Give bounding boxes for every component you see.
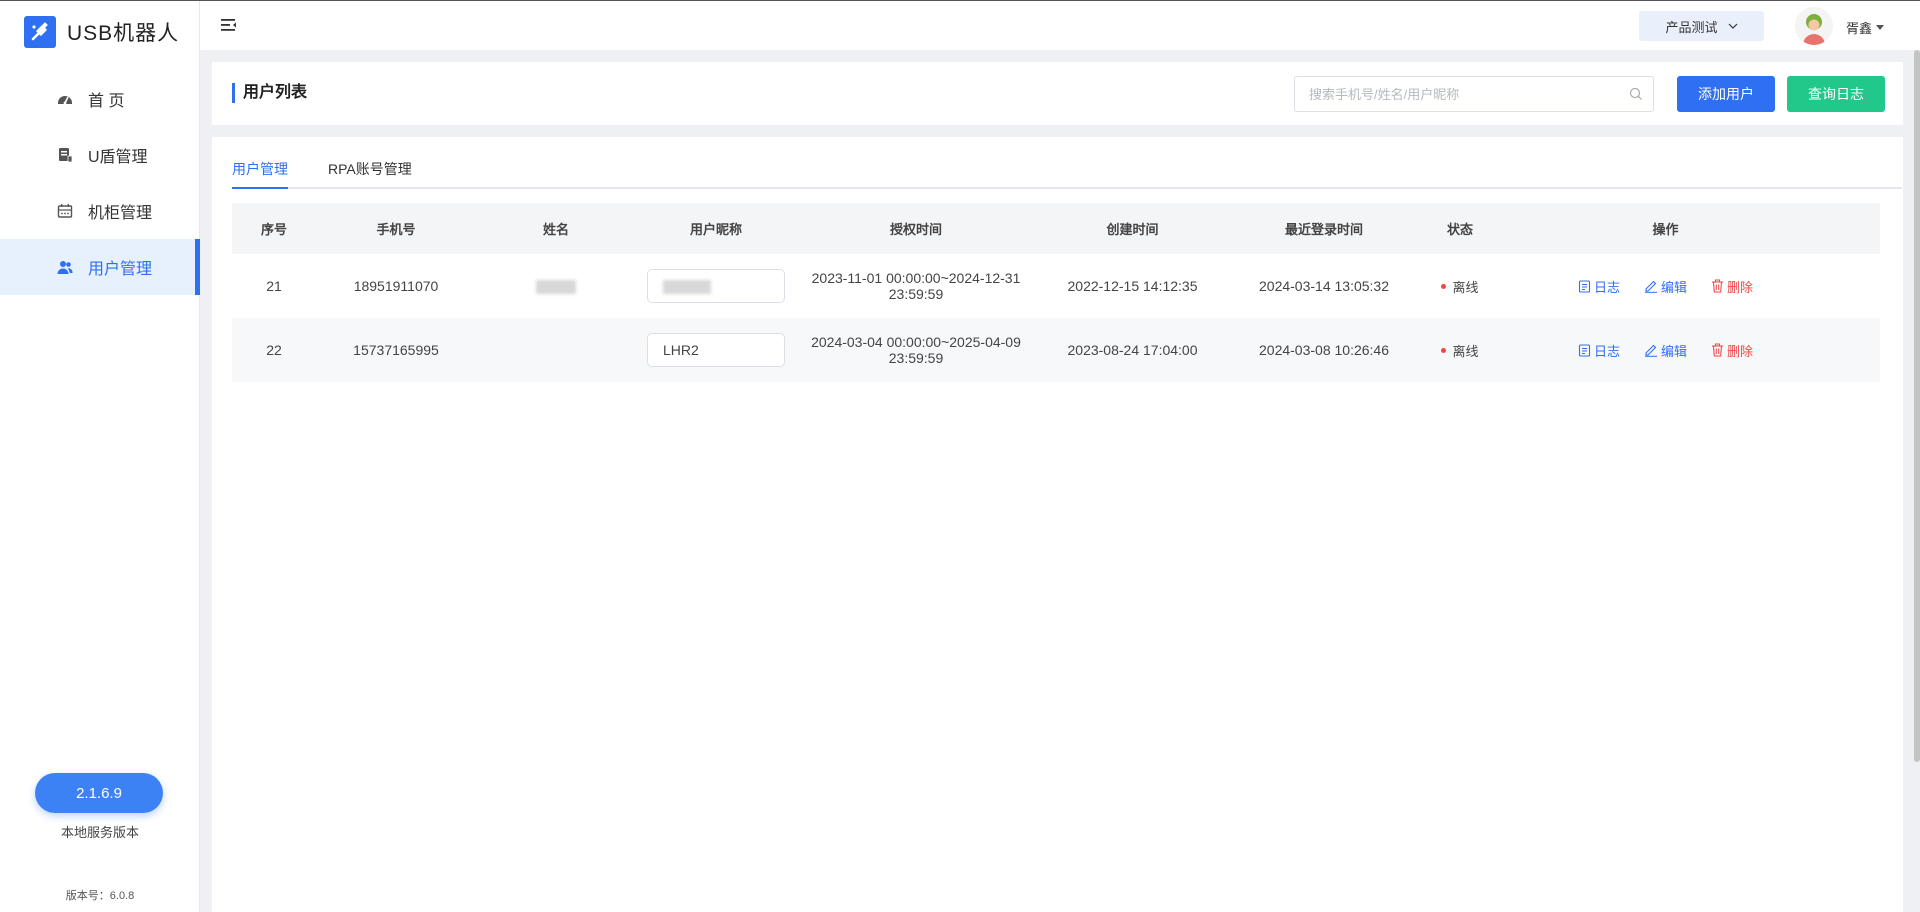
column-header-index[interactable]: 序号 (232, 219, 316, 238)
status-dot-icon (1441, 348, 1447, 353)
cell-last-login: 2024-03-08 10:26:46 (1259, 342, 1389, 358)
sidebar-item-label: 用户管理 (88, 261, 153, 278)
dashboard-icon (56, 90, 74, 108)
trash-icon (1712, 279, 1723, 293)
user-table: 序号 手机号 姓名 用户昵称 授权时间 创建时间 最近登录时间 状态 操作 21… (232, 203, 1880, 382)
chevron-down-icon (1728, 23, 1737, 29)
sidebar-item-ukey[interactable]: U盾管理 (0, 127, 200, 183)
page-header-card: 用户列表 添加用户 查询日志 (212, 62, 1903, 125)
sidebar-item-home[interactable]: 首 页 (0, 71, 200, 127)
table-row[interactable]: 22 15737165995 LHR2 2024-03-04 00:00:00~… (232, 318, 1880, 382)
cell-actions: 日志 编辑 删除 (1501, 277, 1830, 296)
table-row[interactable]: 21 18951911070 2023-11-01 00:00:00~2024-… (232, 254, 1880, 318)
log-button[interactable]: 日志 (1578, 277, 1620, 296)
users-icon (56, 258, 74, 276)
edit-icon (1644, 280, 1657, 293)
delete-label: 删除 (1727, 343, 1754, 359)
service-version-badge[interactable]: 2.1.6.9 (35, 773, 163, 813)
status-text: 离线 (1452, 344, 1479, 359)
delete-label: 删除 (1727, 279, 1754, 295)
column-header-actions: 操作 (1652, 222, 1679, 237)
document-icon (1578, 279, 1591, 293)
document-icon (1578, 343, 1591, 357)
cell-created: 2023-08-24 17:04:00 (1067, 342, 1198, 358)
column-header-nickname[interactable]: 用户昵称 (636, 219, 796, 238)
project-select[interactable]: 产品测试 (1639, 11, 1764, 41)
sidebar-item-cabinet[interactable]: 机柜管理 (0, 183, 200, 239)
tab-bar: 用户管理 RPA账号管理 (232, 137, 1902, 189)
cell-phone: 15737165995 (353, 342, 439, 358)
cell-status: 离线 (1419, 340, 1501, 360)
column-header-status[interactable]: 状态 (1419, 219, 1501, 238)
search-input[interactable] (1309, 86, 1619, 102)
cell-auth-time: 2023-11-01 00:00:00~2024-12-31 23:59:59 (811, 270, 1021, 302)
column-header-name[interactable]: 姓名 (476, 219, 636, 238)
cell-status: 离线 (1419, 276, 1501, 296)
log-button[interactable]: 日志 (1578, 341, 1620, 360)
edit-icon (1644, 344, 1657, 357)
query-log-button[interactable]: 查询日志 (1787, 76, 1885, 112)
tab-rpa-account-management[interactable]: RPA账号管理 (328, 159, 412, 189)
add-user-button[interactable]: 添加用户 (1677, 76, 1775, 112)
edit-button[interactable]: 编辑 (1644, 341, 1687, 360)
ukey-icon (56, 146, 74, 164)
delete-button[interactable]: 删除 (1711, 277, 1753, 296)
redacted-name (536, 280, 576, 295)
cell-phone: 18951911070 (353, 278, 439, 294)
app-logo[interactable]: USB机器人 (24, 15, 179, 49)
caret-down-icon (1876, 25, 1885, 30)
project-select-value: 产品测试 (1665, 19, 1718, 35)
user-list-card: 用户管理 RPA账号管理 序号 手机号 姓名 用户昵称 授权时间 创建时间 最近… (212, 137, 1903, 912)
search-box[interactable] (1294, 76, 1654, 112)
nickname-field[interactable]: LHR2 (647, 333, 785, 367)
page-title: 用户列表 (232, 83, 307, 103)
status-badge: 离线 (1441, 277, 1479, 296)
tab-user-management[interactable]: 用户管理 (232, 159, 288, 189)
column-header-created[interactable]: 创建时间 (1036, 219, 1229, 238)
log-label: 日志 (1593, 279, 1620, 295)
column-header-phone[interactable]: 手机号 (316, 219, 476, 238)
search-icon[interactable] (1629, 87, 1643, 101)
edit-label: 编辑 (1660, 343, 1687, 359)
sidebar-item-label: U盾管理 (88, 149, 148, 166)
column-header-auth-time[interactable]: 授权时间 (796, 219, 1036, 238)
sidebar-item-label: 机柜管理 (88, 205, 153, 222)
cell-nickname (636, 269, 796, 303)
avatar[interactable] (1795, 7, 1833, 45)
user-name: 胥鑫 (1846, 21, 1873, 36)
cell-last-login: 2024-03-14 13:05:32 (1259, 278, 1389, 294)
cell-auth-time: 2024-03-04 00:00:00~2025-04-09 23:59:59 (811, 334, 1021, 366)
status-dot-icon (1441, 284, 1447, 289)
cabinet-icon (56, 202, 74, 220)
page-scrollbar[interactable] (1914, 50, 1920, 762)
cell-index: 22 (266, 342, 282, 358)
top-header: 产品测试 胥鑫 (200, 1, 1920, 50)
column-header-last-login[interactable]: 最近登录时间 (1229, 219, 1419, 238)
user-menu[interactable]: 胥鑫 (1846, 18, 1885, 37)
cell-nickname: LHR2 (636, 333, 796, 367)
status-badge: 离线 (1441, 341, 1479, 360)
cell-actions: 日志 编辑 删除 (1501, 341, 1830, 360)
app-title: USB机器人 (67, 22, 180, 45)
cell-created: 2022-12-15 14:12:35 (1067, 278, 1198, 294)
redacted-nickname (663, 280, 711, 295)
edit-button[interactable]: 编辑 (1644, 277, 1687, 296)
status-text: 离线 (1452, 280, 1479, 295)
table-header: 序号 手机号 姓名 用户昵称 授权时间 创建时间 最近登录时间 状态 操作 (232, 203, 1880, 254)
sidebar-menu: 首 页 U盾管理 机柜管理 用户管理 (0, 71, 200, 295)
delete-button[interactable]: 删除 (1711, 341, 1753, 360)
edit-label: 编辑 (1660, 279, 1687, 295)
sidebar-item-users[interactable]: 用户管理 (0, 239, 200, 295)
cell-index: 21 (266, 278, 282, 294)
usb-robot-logo-icon (24, 16, 56, 48)
log-label: 日志 (1593, 343, 1620, 359)
nickname-field[interactable] (647, 269, 785, 303)
cell-name (476, 278, 636, 295)
sidebar: USB机器人 首 页 U盾管理 机柜管理 用户管理 2.1.6.9 本地服务版本… (0, 1, 200, 912)
sidebar-item-label: 首 页 (88, 93, 125, 110)
trash-icon (1712, 343, 1723, 357)
app-version-number: 版本号：6.0.8 (65, 890, 135, 902)
menu-collapse-icon[interactable] (220, 17, 238, 33)
service-version-caption: 本地服务版本 (60, 825, 139, 840)
